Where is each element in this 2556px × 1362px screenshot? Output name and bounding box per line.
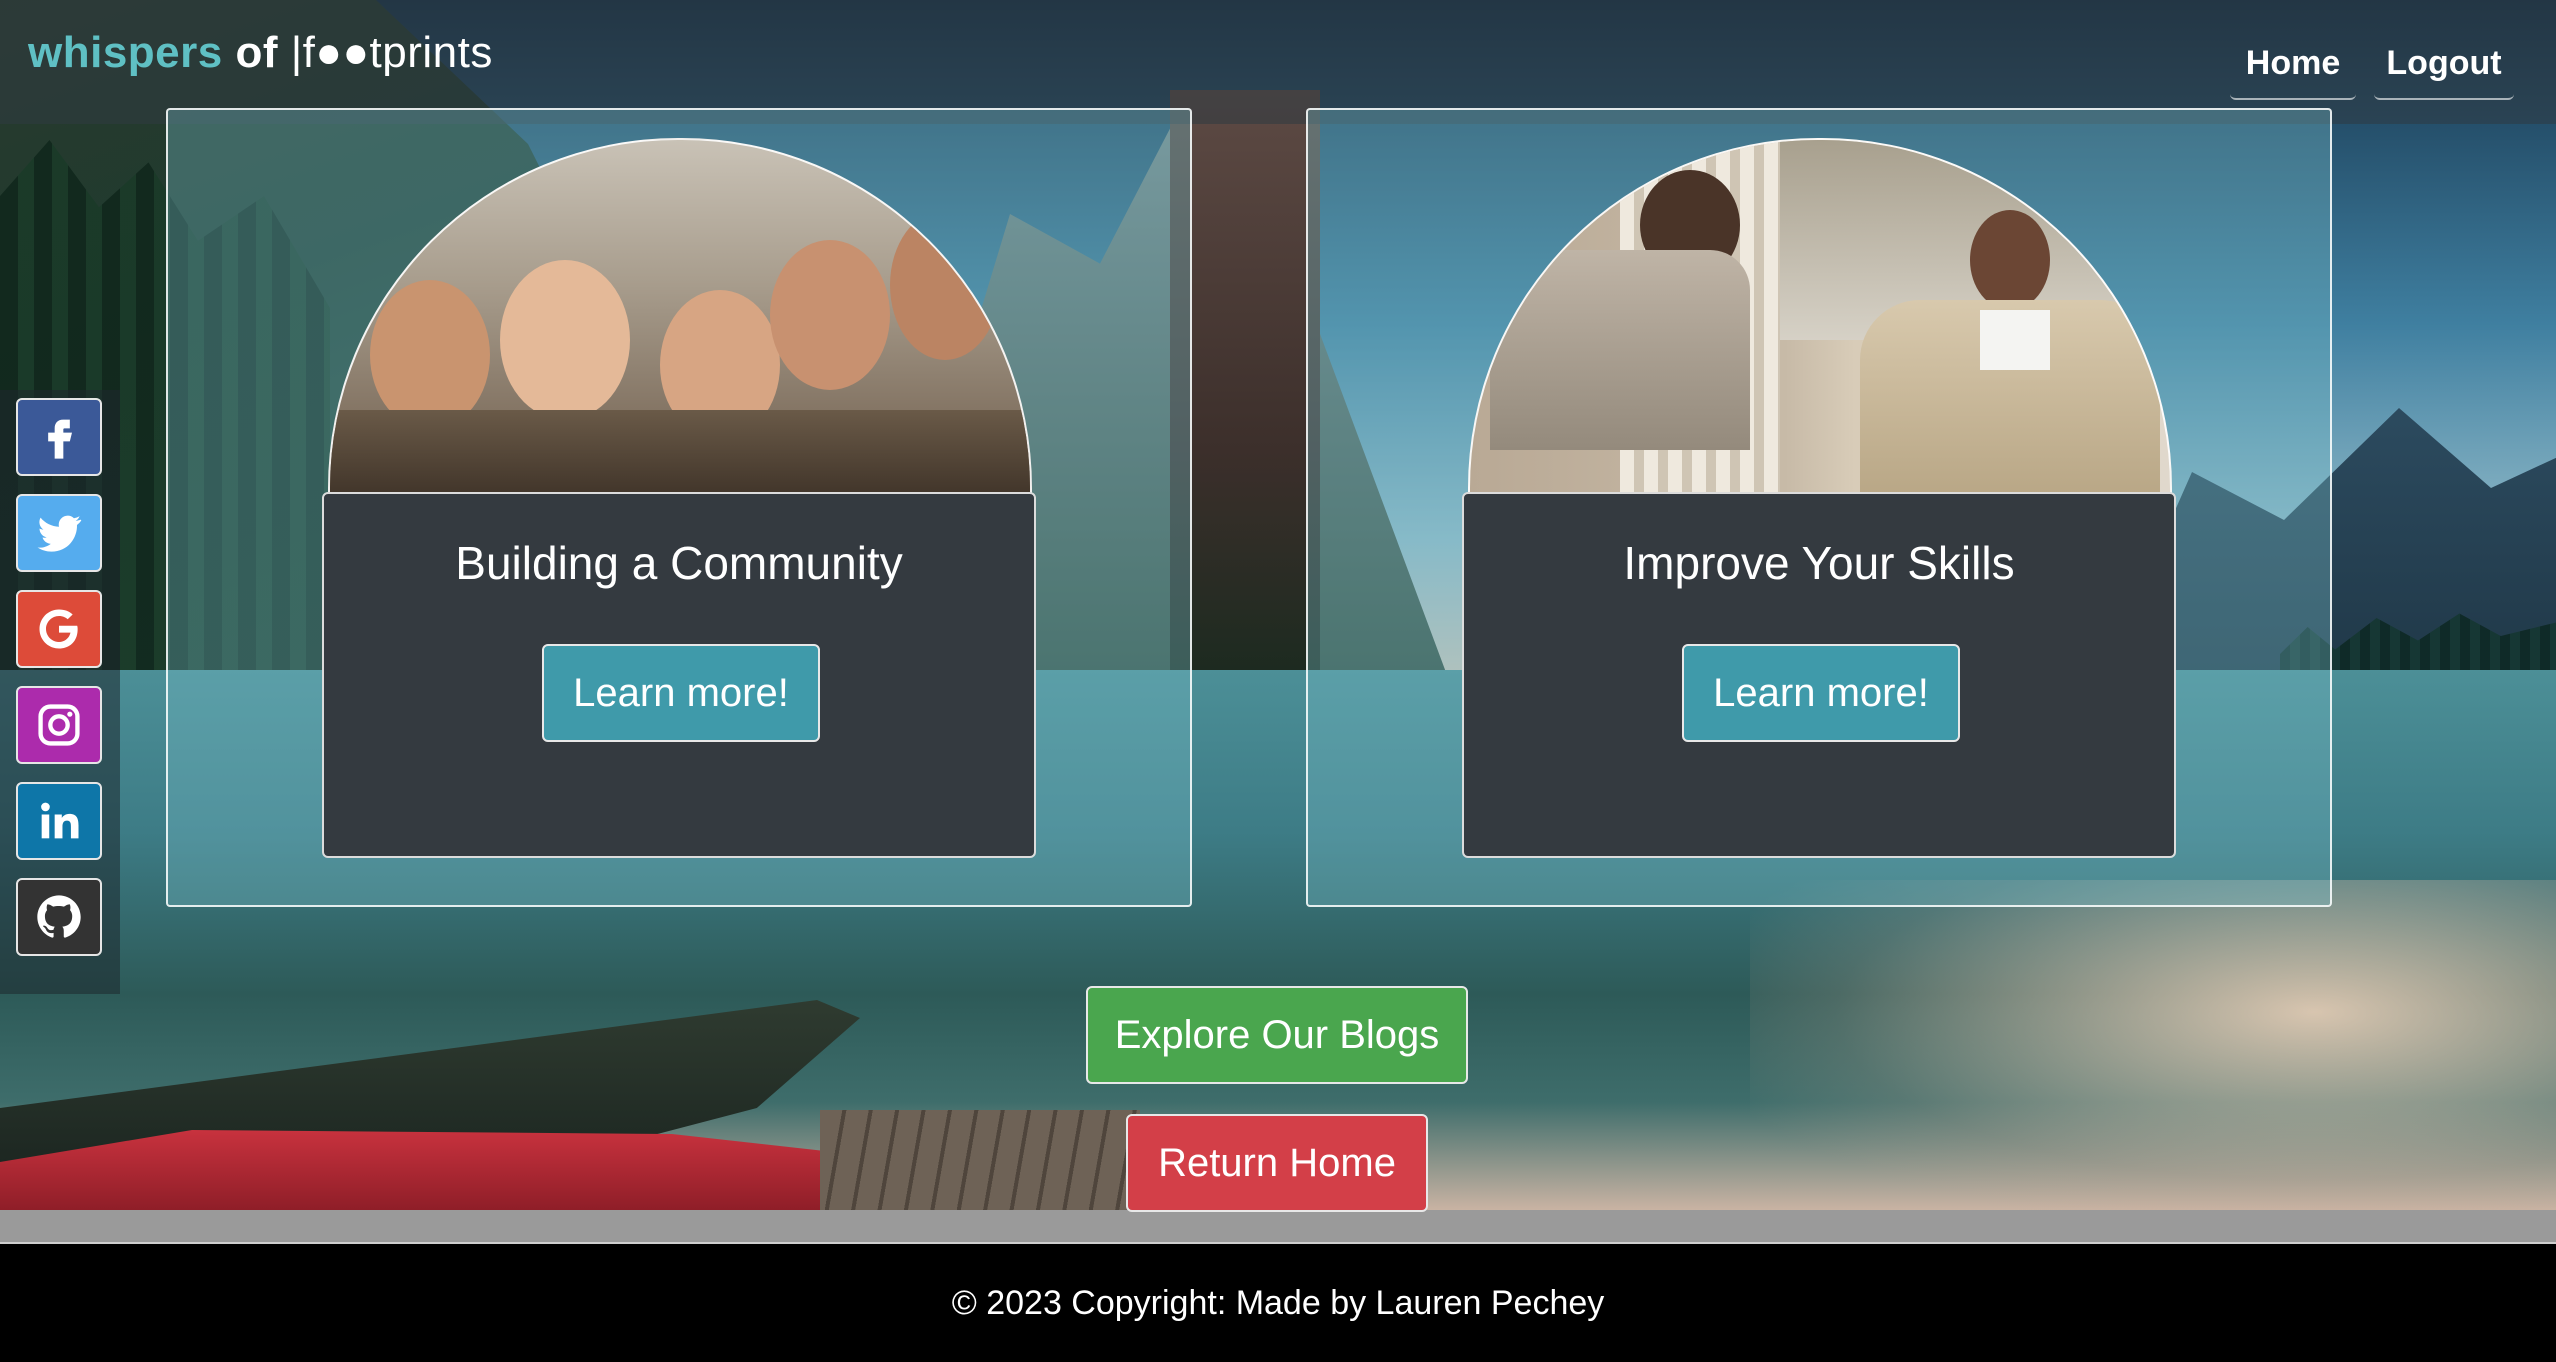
person-4 [770, 240, 890, 390]
brand-word-footprints: |f●●tprints [290, 28, 493, 77]
sunset-reflection [1750, 880, 2556, 1210]
dock [820, 1110, 1140, 1210]
person-1 [370, 280, 490, 430]
linkedin-icon [41, 802, 79, 839]
model-top [1980, 310, 2050, 370]
instagram-icon [38, 704, 80, 746]
twitter-icon [37, 515, 82, 552]
navbar: whispers of |f●●tprints Home Logout [0, 0, 2556, 124]
brand-word-whispers: whispers [28, 28, 223, 77]
learn-more-button[interactable]: Learn more! [542, 644, 820, 742]
explore-blogs-button[interactable]: Explore Our Blogs [1086, 986, 1468, 1084]
nav-logout-link[interactable]: Logout [2374, 28, 2514, 100]
card-title: Improve Your Skills [1623, 537, 2015, 589]
content-bottom-strip [0, 1210, 2556, 1242]
skills-card: Improve Your Skills Learn more! [1462, 492, 2176, 858]
feature-panel-skills: Improve Your Skills Learn more! [1306, 108, 2332, 907]
nav-home-link[interactable]: Home [2230, 28, 2356, 100]
model-head [1970, 210, 2050, 310]
copyright-text: © 2023 Copyright: Made by Lauren Pechey [951, 1284, 1605, 1322]
community-card: Building a Community Learn more! [322, 492, 1036, 858]
person-5 [890, 210, 1000, 360]
google-button[interactable] [16, 590, 102, 668]
return-home-button[interactable]: Return Home [1126, 1114, 1428, 1212]
person-2 [500, 260, 630, 420]
group-clothing [330, 410, 1030, 496]
learn-more-button[interactable]: Learn more! [1682, 644, 1960, 742]
skills-photo [1468, 138, 2172, 496]
social-sidebar [0, 390, 120, 994]
github-button[interactable] [16, 878, 102, 956]
card-title: Building a Community [455, 537, 903, 589]
facebook-icon [48, 419, 72, 459]
rock-face [1170, 90, 1320, 690]
community-photo [328, 138, 1032, 496]
facebook-button[interactable] [16, 398, 102, 476]
brand-logo[interactable]: whispers of |f●●tprints [28, 28, 493, 78]
google-icon [39, 609, 78, 649]
github-icon [37, 895, 81, 938]
instagram-button[interactable] [16, 686, 102, 764]
twitter-button[interactable] [16, 494, 102, 572]
feature-panel-community: Building a Community Learn more! [166, 108, 1192, 907]
photographer-body [1490, 250, 1750, 450]
linkedin-button[interactable] [16, 782, 102, 860]
brand-word-of: of [222, 28, 291, 77]
footer: © 2023 Copyright: Made by Lauren Pechey [0, 1242, 2556, 1362]
